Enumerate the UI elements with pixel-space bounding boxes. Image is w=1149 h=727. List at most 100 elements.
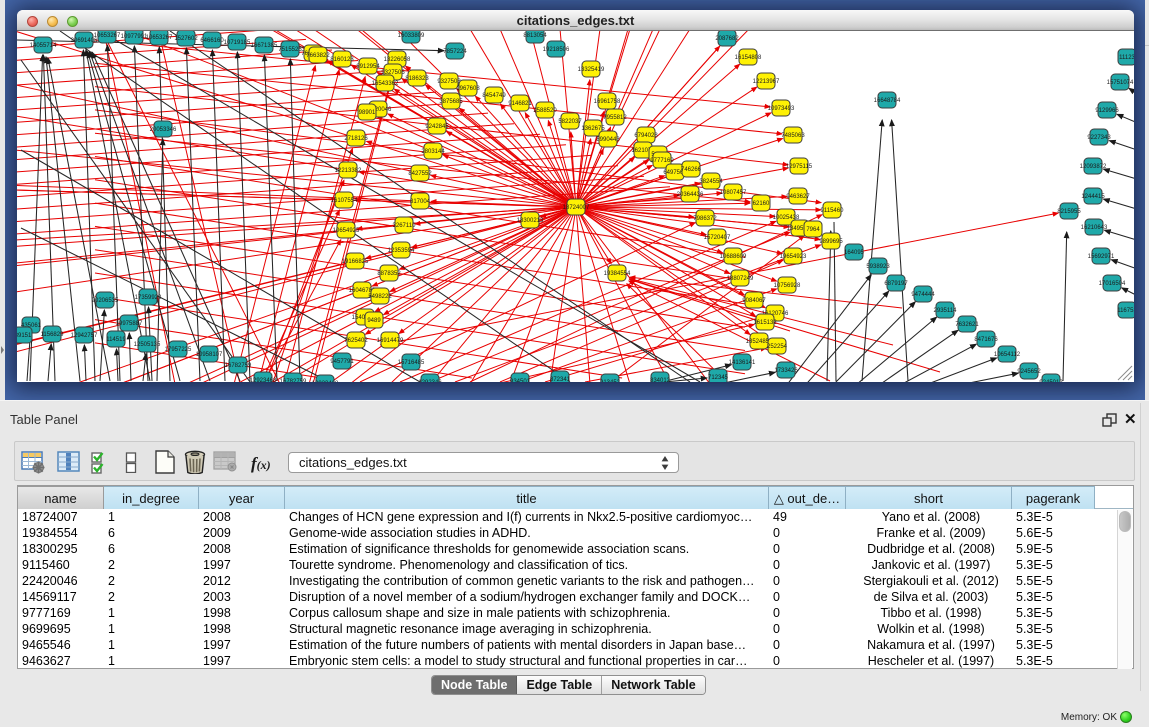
svg-text:13226058: 13226058 — [384, 57, 411, 63]
svg-text:20206535: 20206535 — [92, 298, 119, 304]
svg-text:872341: 872341 — [550, 377, 571, 382]
svg-text:17957225: 17957225 — [165, 347, 192, 353]
svg-text:3267110: 3267110 — [393, 223, 417, 229]
svg-text:8912954: 8912954 — [356, 64, 380, 70]
svg-text:10653267: 10653267 — [146, 35, 173, 41]
svg-text:934501: 934501 — [510, 379, 531, 382]
svg-text:6466160: 6466160 — [200, 38, 224, 44]
svg-text:62160: 62160 — [753, 201, 770, 207]
svg-text:7632621: 7632621 — [955, 322, 979, 328]
svg-text:5822037: 5822037 — [558, 119, 582, 125]
svg-text:8215955: 8215955 — [1057, 209, 1081, 215]
svg-text:7663822: 7663822 — [306, 53, 330, 59]
svg-text:11123: 11123 — [1119, 55, 1134, 61]
svg-text:16107554: 16107554 — [331, 198, 358, 204]
svg-text:2967608: 2967608 — [456, 86, 480, 92]
svg-text:712345: 712345 — [708, 375, 729, 381]
svg-text:3824554: 3824554 — [699, 179, 723, 185]
svg-text:7986372: 7986372 — [693, 216, 717, 222]
svg-text:14136141: 14136141 — [729, 360, 756, 366]
svg-text:2935114: 2935114 — [934, 308, 958, 314]
svg-text:7485063: 7485063 — [781, 133, 805, 139]
svg-text:1527602: 1527602 — [174, 36, 198, 42]
svg-text:2718126: 2718126 — [344, 136, 368, 142]
svg-text:9146821: 9146821 — [508, 101, 532, 107]
svg-text:16671385: 16671385 — [251, 43, 278, 49]
svg-text:10756928: 10756928 — [774, 283, 801, 289]
svg-text:9489: 9489 — [367, 318, 381, 324]
svg-text:12942757: 12942757 — [71, 333, 98, 339]
svg-text:39151: 39151 — [17, 333, 32, 339]
svg-text:1292346: 1292346 — [418, 380, 442, 382]
svg-text:9463627: 9463627 — [786, 194, 810, 200]
svg-text:9084067: 9084067 — [742, 298, 766, 304]
svg-text:3875685: 3875685 — [439, 99, 463, 105]
svg-text:10958107: 10958107 — [196, 352, 223, 358]
svg-text:8427552: 8427552 — [408, 171, 432, 177]
svg-text:8454749: 8454749 — [482, 93, 506, 99]
svg-text:114519: 114519 — [106, 337, 126, 343]
svg-text:17016504: 17016504 — [1099, 281, 1126, 287]
svg-text:9129966: 9129966 — [1095, 108, 1119, 114]
svg-text:746266: 746266 — [681, 167, 702, 173]
svg-text:19654923: 19654923 — [780, 254, 807, 260]
svg-text:10807457: 10807457 — [720, 190, 747, 196]
svg-text:8813054: 8813054 — [523, 33, 547, 39]
svg-text:12213382: 12213382 — [335, 168, 362, 174]
svg-text:12505135: 12505135 — [134, 342, 161, 348]
svg-text:9474444: 9474444 — [911, 292, 935, 298]
svg-text:1615132: 1615132 — [753, 320, 777, 326]
svg-text:7955812: 7955812 — [603, 115, 627, 121]
svg-text:9457791: 9457791 — [330, 359, 354, 365]
svg-text:19384554: 19384554 — [604, 271, 631, 277]
svg-text:1244415: 1244415 — [1081, 194, 1105, 200]
svg-text:18300213: 18300213 — [517, 218, 544, 224]
svg-text:15751074: 15751074 — [1107, 80, 1134, 86]
svg-text:9245012: 9245012 — [1039, 380, 1063, 382]
svg-text:9899695: 9899695 — [819, 239, 843, 245]
svg-text:8160123: 8160123 — [330, 57, 354, 63]
svg-text:164095: 164095 — [844, 250, 865, 256]
svg-text:116753: 116753 — [1117, 308, 1134, 314]
svg-text:7964: 7964 — [806, 227, 820, 233]
svg-text:913452: 913452 — [600, 380, 621, 382]
svg-text:16782759: 16782759 — [280, 379, 307, 382]
svg-text:9245652: 9245652 — [1017, 369, 1041, 375]
svg-text:17359928: 17359928 — [135, 295, 162, 301]
svg-text:18807249: 18807249 — [727, 276, 754, 282]
svg-text:10977991: 10977991 — [121, 34, 148, 40]
svg-text:12093872: 12093872 — [1080, 164, 1107, 170]
svg-text:9777169: 9777169 — [650, 158, 674, 164]
svg-text:9227343: 9227343 — [1087, 135, 1111, 141]
svg-text:1733426: 1733426 — [774, 368, 798, 374]
svg-text:9115460: 9115460 — [821, 208, 845, 214]
svg-text:7625402: 7625402 — [344, 338, 368, 344]
svg-text:16154808: 16154808 — [735, 55, 762, 61]
svg-text:20053346: 20053346 — [150, 127, 177, 133]
svg-text:2588520: 2588520 — [533, 108, 557, 114]
svg-text:10654112: 10654112 — [994, 352, 1021, 358]
svg-text:20364436: 20364436 — [677, 192, 704, 198]
svg-text:5498222: 5498222 — [368, 294, 392, 300]
svg-text:16210643: 16210643 — [1081, 225, 1108, 231]
svg-text:10973493: 10973493 — [768, 106, 795, 112]
svg-text:2803144: 2803144 — [421, 149, 445, 155]
svg-text:16033809: 16033809 — [398, 33, 425, 39]
svg-text:10654925: 10654925 — [333, 228, 360, 234]
svg-text:12213967: 12213967 — [753, 79, 780, 85]
svg-text:5938923: 5938923 — [866, 264, 890, 270]
svg-text:19166825: 19166825 — [342, 259, 369, 265]
svg-text:834012: 834012 — [650, 378, 671, 382]
svg-text:16782759: 16782759 — [225, 363, 252, 369]
svg-text:7515526: 7515526 — [278, 47, 302, 53]
svg-text:7857224: 7857224 — [443, 49, 467, 55]
svg-text:8471676: 8471676 — [974, 337, 998, 343]
svg-text:9327508: 9327508 — [437, 79, 461, 85]
svg-text:8186323: 8186323 — [405, 76, 429, 82]
svg-text:10688609: 10688609 — [720, 254, 747, 260]
svg-text:16543362: 16543362 — [372, 81, 399, 87]
svg-text:9242845: 9242845 — [425, 124, 449, 130]
svg-text:252254: 252254 — [767, 344, 788, 350]
svg-text:817004: 817004 — [410, 199, 431, 205]
svg-text:10719185: 10719185 — [224, 40, 251, 46]
